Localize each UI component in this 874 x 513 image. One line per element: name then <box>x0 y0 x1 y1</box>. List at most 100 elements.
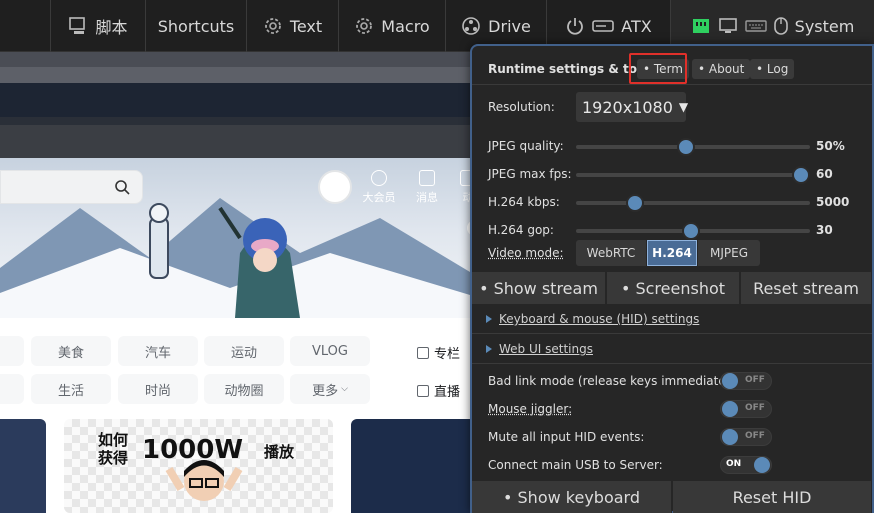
tag-fashion[interactable]: 时尚 <box>118 374 198 404</box>
card2-small-text: 如何获得 <box>98 431 129 467</box>
stream-tabstrip <box>0 67 480 83</box>
tag-partial[interactable] <box>0 336 24 366</box>
chevron-down-icon: ⌵ <box>341 384 348 394</box>
toggle-label-bad-link: Bad link mode (release keys immediately)… <box>488 374 745 388</box>
show-keyboard-button[interactable]: • Show keyboard <box>472 481 672 513</box>
toggle-label-usb: Connect main USB to Server: <box>488 458 663 472</box>
resolution-label: Resolution: <box>488 100 555 114</box>
stream-toolbar <box>0 125 480 158</box>
slider-knob[interactable] <box>676 138 695 156</box>
tag-partial-2[interactable] <box>0 374 24 404</box>
slider-track[interactable] <box>576 222 810 240</box>
reset-stream-button[interactable]: Reset stream <box>741 272 872 304</box>
slider-label: JPEG max fps: <box>488 167 572 181</box>
monitor-script-icon <box>69 17 86 34</box>
menu-atx-label: ATX <box>621 16 652 36</box>
app-root: 大会员 消息 动 美食 汽车 运动 VLOG 生活 时尚 动物圈 更多 ⌵ 专栏 … <box>0 0 874 513</box>
webui-settings-link-label: Web UI settings <box>499 342 593 356</box>
live-icon <box>417 384 429 397</box>
nav-vip[interactable]: 大会员 <box>359 170 399 205</box>
hid-settings-link-label: Keyboard & mouse (HID) settings <box>499 312 700 326</box>
video-card-2[interactable]: 如何获得 1000W 播放 <box>64 419 333 513</box>
monitor-icon <box>718 18 737 33</box>
slider-track[interactable] <box>576 194 810 212</box>
resolution-select[interactable]: 1920x1080 ▼ <box>576 92 688 122</box>
banner-illustration <box>0 198 480 318</box>
video-mode-mjpeg[interactable]: MJPEG <box>698 240 760 266</box>
stream-addressbar <box>0 83 480 117</box>
expand-arrow-icon <box>486 315 492 323</box>
video-card-1[interactable] <box>0 419 46 513</box>
menu-drive-label: Drive <box>488 16 531 36</box>
menu-shortcuts-label: Shortcuts <box>157 16 235 36</box>
menu-script[interactable]: 脚本 <box>50 0 145 52</box>
toggle-state: OFF <box>745 375 765 385</box>
toggle-label-jiggler: Mouse jiggler: <box>488 402 572 416</box>
video-mode-h264[interactable]: H.264 <box>647 240 697 266</box>
webui-settings-link[interactable]: Web UI settings <box>486 342 593 356</box>
divider <box>472 84 872 85</box>
slider-track[interactable] <box>576 166 810 184</box>
tag-food[interactable]: 美食 <box>31 336 111 366</box>
nav-messages-label: 消息 <box>416 191 438 204</box>
slider-value: 60 <box>816 167 833 181</box>
stream-titlebar <box>0 52 480 67</box>
tag-more[interactable]: 更多 ⌵ <box>290 374 370 404</box>
slider-label: JPEG quality: <box>488 139 564 153</box>
user-avatar[interactable] <box>318 170 352 204</box>
hid-settings-link[interactable]: Keyboard & mouse (HID) settings <box>486 312 699 326</box>
gear-icon <box>356 18 373 34</box>
slider-knob[interactable] <box>681 222 700 240</box>
tag-life[interactable]: 生活 <box>31 374 111 404</box>
resolution-value: 1920x1080 <box>582 97 673 117</box>
menu-shortcuts[interactable]: Shortcuts <box>145 0 246 52</box>
bad-link-toggle[interactable]: OFF <box>720 372 772 390</box>
mouse-icon <box>773 17 788 35</box>
tab-about[interactable]: • About <box>692 59 751 79</box>
slider-knob[interactable] <box>625 194 644 212</box>
server-icon <box>592 20 615 32</box>
menu-macro-label: Macro <box>381 16 430 36</box>
remote-stream-view[interactable]: 大会员 消息 动 美食 汽车 运动 VLOG 生活 时尚 动物圈 更多 ⌵ 专栏 … <box>0 52 480 513</box>
menu-text-label: Text <box>289 16 323 36</box>
video-mode-webrtc[interactable]: WebRTC <box>576 240 646 266</box>
site-search-input[interactable] <box>0 170 143 204</box>
connect-usb-toggle[interactable]: ON <box>720 456 772 474</box>
slider-track[interactable] <box>576 138 810 156</box>
tag-cars[interactable]: 汽车 <box>118 336 198 366</box>
tag-animals[interactable]: 动物圈 <box>204 374 284 404</box>
link-column[interactable]: 专栏 <box>417 343 460 362</box>
power-icon <box>567 18 584 35</box>
tag-vlog[interactable]: VLOG <box>290 336 370 366</box>
nav-messages[interactable]: 消息 <box>407 170 447 205</box>
vip-icon <box>371 170 387 186</box>
mouse-jiggler-toggle[interactable]: OFF <box>720 400 772 418</box>
divider <box>472 363 872 364</box>
toggle-state: ON <box>726 459 742 469</box>
video-card-3[interactable] <box>351 419 480 513</box>
screenshot-button[interactable]: • Screenshot <box>607 272 740 304</box>
menu-script-label: 脚本 <box>95 18 128 37</box>
link-live[interactable]: 直播 <box>417 381 460 400</box>
tab-log[interactable]: • Log <box>750 59 795 79</box>
article-icon <box>417 346 429 359</box>
usb-ethernet-icon <box>692 19 709 33</box>
category-tags: 美食 汽车 运动 VLOG 生活 时尚 动物圈 更多 ⌵ 专栏 直播 <box>0 318 480 412</box>
menu-text[interactable]: Text <box>246 0 338 52</box>
reset-hid-button[interactable]: Reset HID <box>673 481 872 513</box>
toggle-knob <box>722 373 738 389</box>
tag-sports[interactable]: 运动 <box>204 336 284 366</box>
tag-more-label: 更多 <box>312 383 339 399</box>
term-highlight-box <box>629 53 687 84</box>
slider-knob[interactable] <box>791 166 810 184</box>
slider-value: 50% <box>816 139 845 153</box>
show-stream-button[interactable]: • Show stream <box>472 272 606 304</box>
search-icon[interactable] <box>115 180 130 195</box>
toggle-state: OFF <box>745 403 765 413</box>
mute-hid-toggle[interactable]: OFF <box>720 428 772 446</box>
mail-icon <box>419 170 435 186</box>
drive-icon <box>462 17 480 35</box>
expand-arrow-icon <box>486 345 492 353</box>
menu-macro[interactable]: Macro <box>338 0 445 52</box>
link-column-label: 专栏 <box>434 347 461 362</box>
